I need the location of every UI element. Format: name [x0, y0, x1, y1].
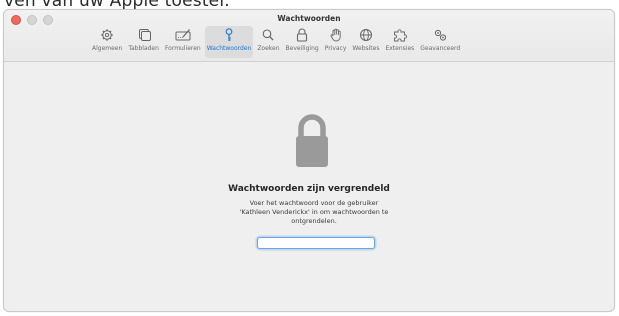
tab-algemeen[interactable]: Algemeen — [90, 26, 124, 58]
tab-formulieren[interactable]: Formulieren — [163, 26, 203, 58]
tab-tabbladen[interactable]: Tabbladen — [126, 26, 161, 58]
password-field[interactable] — [257, 237, 375, 249]
tab-extensies[interactable]: Extensies — [383, 26, 416, 58]
description-line: 'Kathleen Venderickx' in om wachtwoorden… — [239, 208, 389, 216]
tab-label: Beveiliging — [285, 45, 319, 52]
tab-label: Zoeken — [257, 45, 280, 52]
tab-privacy[interactable]: Privacy — [323, 26, 349, 58]
preferences-toolbar: Algemeen Tabbladen Formulieren Wachtwoor… — [90, 26, 462, 58]
gears-icon — [432, 28, 448, 42]
locked-description: Voer het wachtwoord voor de gebruiker 'K… — [209, 199, 419, 226]
caption-text: ven van uw Apple toestel. — [4, 0, 230, 9]
form-pencil-icon — [175, 28, 191, 42]
tab-label: Geavanceerd — [420, 45, 461, 52]
padlock-icon — [296, 114, 328, 167]
gear-icon — [99, 28, 115, 42]
tab-label: Wachtwoorden — [206, 45, 252, 52]
caption-overlay: ven van uw Apple toestel. — [0, 0, 619, 9]
tab-label: Tabbladen — [128, 45, 159, 52]
preferences-window: Wachtwoorden Algemeen Tabbladen Formulie… — [3, 9, 615, 312]
tab-zoeken[interactable]: Zoeken — [255, 26, 281, 58]
hand-icon — [328, 28, 344, 42]
magnifier-icon — [260, 28, 276, 42]
description-line: ontgrendelen. — [291, 217, 337, 225]
puzzle-icon — [392, 28, 408, 42]
tabs-icon — [136, 28, 152, 42]
window-title: Wachtwoorden — [277, 14, 341, 23]
globe-icon — [358, 28, 374, 42]
passwords-pane: Wachtwoorden zijn vergrendeld Voer het w… — [4, 62, 614, 311]
tab-websites[interactable]: Websites — [350, 26, 381, 58]
lock-icon — [294, 28, 310, 42]
tab-label: Websites — [352, 45, 380, 52]
tab-label: Privacy — [324, 45, 347, 52]
key-icon — [221, 28, 237, 42]
titlebar: Wachtwoorden Algemeen Tabbladen Formulie… — [4, 10, 614, 62]
tab-label: Algemeen — [92, 45, 123, 52]
tab-beveiliging[interactable]: Beveiliging — [284, 26, 321, 58]
locked-title: Wachtwoorden zijn vergrendeld — [228, 184, 390, 194]
tab-label: Formulieren — [164, 45, 201, 52]
description-line: Voer het wachtwoord voor de gebruiker — [249, 199, 379, 207]
tab-label: Extensies — [385, 45, 415, 52]
tab-geavanceerd[interactable]: Geavanceerd — [418, 26, 462, 58]
tab-wachtwoorden[interactable]: Wachtwoorden — [204, 26, 254, 58]
